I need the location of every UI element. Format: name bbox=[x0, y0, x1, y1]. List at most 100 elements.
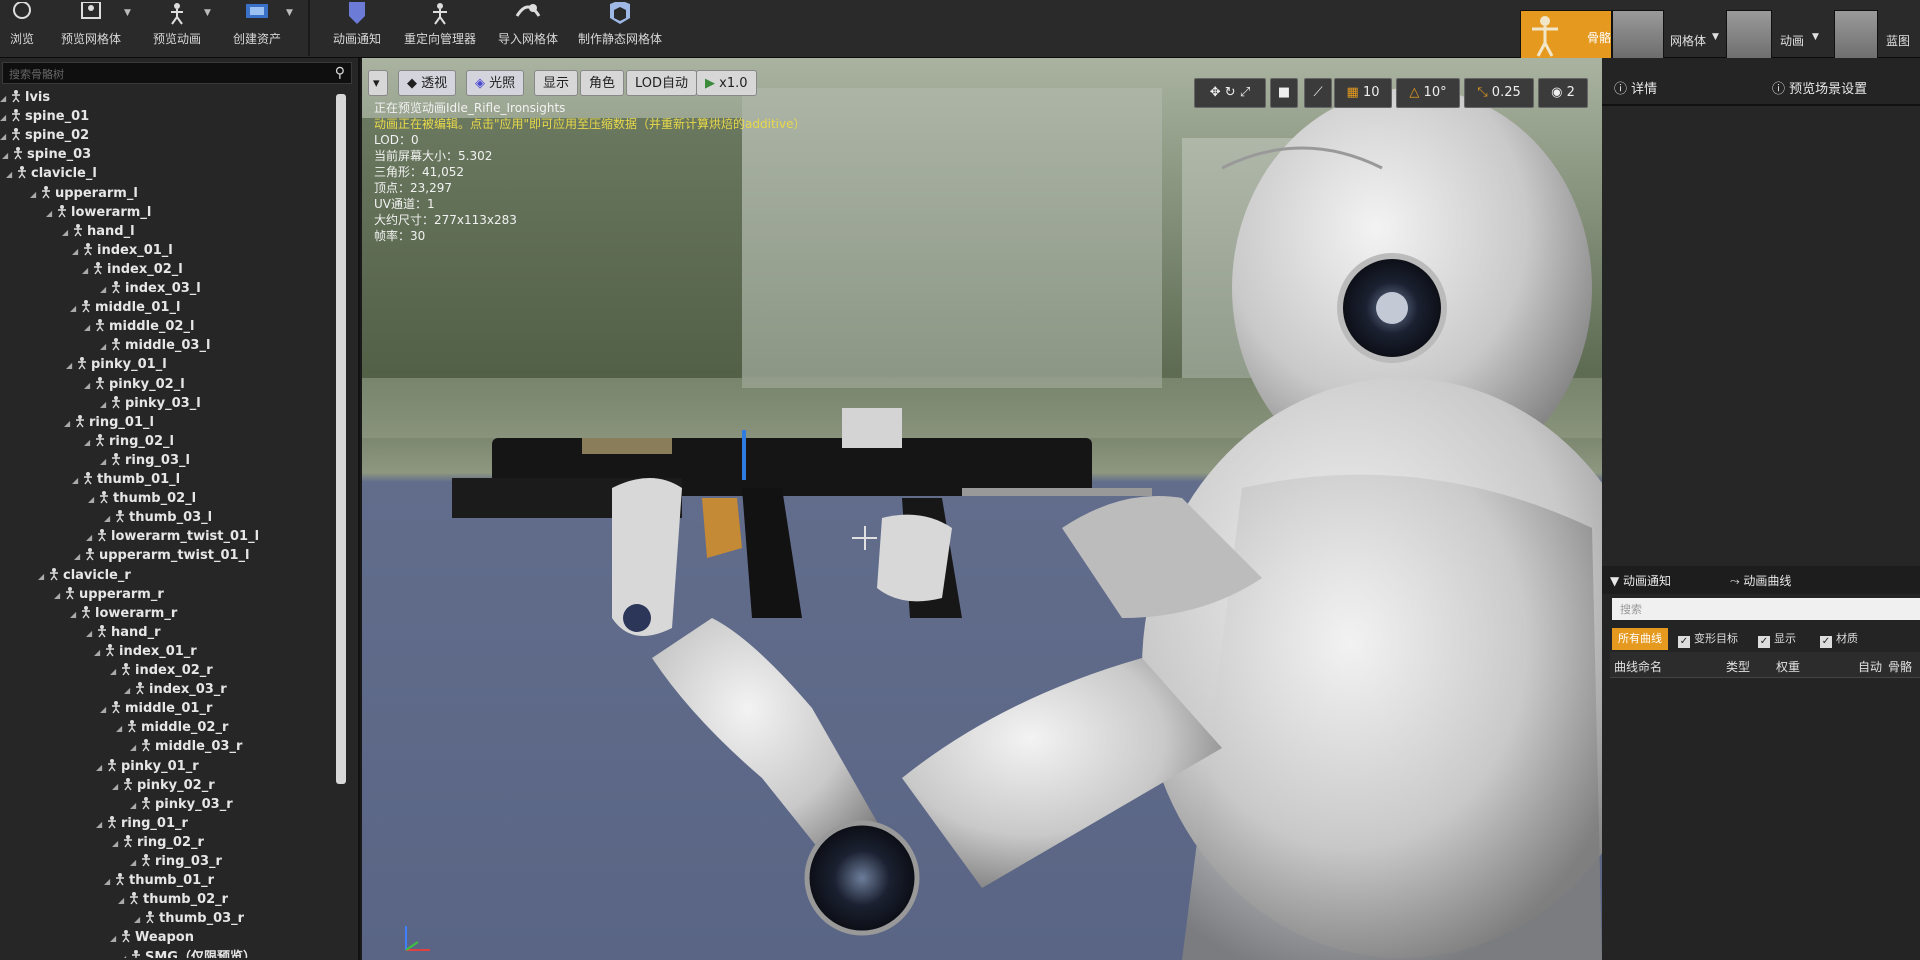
bone-tree-item[interactable]: ◢ index_01_r bbox=[94, 642, 197, 661]
bone-tree-item[interactable]: ◢ thumb_02_l bbox=[88, 489, 196, 508]
bone-tree-item[interactable]: ◢ thumb_02_r bbox=[118, 890, 228, 909]
expand-arrow-icon[interactable]: ◢ bbox=[54, 586, 64, 605]
column-weight[interactable]: 权重 bbox=[1776, 658, 1800, 675]
expand-arrow-icon[interactable]: ◢ bbox=[110, 662, 120, 681]
column-bone[interactable]: 骨骼 bbox=[1888, 658, 1912, 675]
expand-arrow-icon[interactable]: ◢ bbox=[100, 452, 110, 471]
preview-mesh-button[interactable]: 预览网格体 bbox=[52, 0, 130, 50]
expand-arrow-icon[interactable]: ◢ bbox=[72, 471, 82, 490]
tab-preview-scene-settings[interactable]: ⓘ 预览场景设置 bbox=[1772, 78, 1867, 97]
bone-tree-item[interactable]: ◢ hand_r bbox=[86, 623, 161, 642]
expand-arrow-icon[interactable]: ◢ bbox=[6, 165, 16, 184]
bone-tree-item[interactable]: ◢ thumb_01_l bbox=[72, 470, 180, 489]
preview-animation-button[interactable]: 预览动画 bbox=[146, 0, 208, 50]
camera-speed-group[interactable]: ◉ 2 bbox=[1538, 78, 1588, 108]
bone-tree-item[interactable]: ◢ index_03_r bbox=[124, 680, 227, 699]
morph-target-filter[interactable]: ✓ 变形目标 bbox=[1672, 628, 1744, 650]
expand-arrow-icon[interactable]: ◢ bbox=[100, 280, 110, 299]
bone-tree-item[interactable]: ◢ spine_01 bbox=[0, 107, 89, 126]
character-button[interactable]: 角色 bbox=[580, 70, 625, 96]
expand-arrow-icon[interactable]: ◢ bbox=[74, 547, 84, 566]
mode-skeleton-button[interactable]: 骨骼 bbox=[1520, 10, 1612, 64]
expand-arrow-icon[interactable]: ◢ bbox=[118, 891, 128, 910]
create-asset-dropdown-icon[interactable]: ▼ bbox=[286, 8, 293, 18]
expand-arrow-icon[interactable]: ◢ bbox=[66, 356, 76, 375]
bone-tree-item[interactable]: ◢ upperarm_l bbox=[30, 184, 138, 203]
expand-arrow-icon[interactable]: ◢ bbox=[124, 681, 134, 700]
bone-tree-item[interactable]: ◢ lowerarm_l bbox=[46, 203, 151, 222]
bone-tree-item[interactable]: ◢ middle_03_l bbox=[100, 336, 210, 355]
bone-tree-item[interactable]: ◢ middle_01_r bbox=[100, 699, 212, 718]
expand-arrow-icon[interactable]: ◢ bbox=[86, 624, 96, 643]
scale-icon[interactable]: ⤢ bbox=[1240, 85, 1250, 100]
bone-tree-item[interactable]: ◢ lvis bbox=[0, 88, 50, 107]
expand-arrow-icon[interactable]: ◢ bbox=[84, 318, 94, 337]
bone-tree-item[interactable]: ◢ Weapon bbox=[110, 928, 194, 947]
bone-tree-item[interactable]: ◢ middle_01_l bbox=[70, 298, 180, 317]
viewport-menu-button[interactable]: ▾ bbox=[368, 70, 388, 96]
bone-tree-item[interactable]: ◢ middle_02_r bbox=[116, 718, 228, 737]
expand-arrow-icon[interactable]: ◢ bbox=[130, 853, 140, 872]
preview-animation-dropdown-icon[interactable]: ▼ bbox=[204, 8, 211, 18]
tab-details[interactable]: ⓘ 详情 bbox=[1614, 78, 1657, 97]
expand-arrow-icon[interactable]: ◢ bbox=[100, 337, 110, 356]
grid-snap-group[interactable]: ▦ 10 bbox=[1334, 78, 1392, 108]
preview-mesh-dropdown-icon[interactable]: ▼ bbox=[124, 8, 131, 18]
bone-tree-item[interactable]: ◢ index_02_l bbox=[82, 260, 183, 279]
bone-tree-item[interactable]: ◢ index_02_r bbox=[110, 661, 213, 680]
expand-arrow-icon[interactable]: ◢ bbox=[72, 242, 82, 261]
expand-arrow-icon[interactable]: ◢ bbox=[0, 108, 10, 127]
anim-notify-button[interactable]: 动画通知 bbox=[326, 0, 388, 50]
expand-arrow-icon[interactable]: ◢ bbox=[130, 796, 140, 815]
expand-arrow-icon[interactable]: ◢ bbox=[112, 834, 122, 853]
expand-arrow-icon[interactable]: ◢ bbox=[88, 490, 98, 509]
import-mesh-button[interactable]: 导入网格体 bbox=[492, 0, 564, 50]
expand-arrow-icon[interactable]: ◢ bbox=[112, 777, 122, 796]
expand-arrow-icon[interactable]: ◢ bbox=[104, 509, 114, 528]
bone-tree-item[interactable]: ◢ thumb_01_r bbox=[104, 871, 214, 890]
skeleton-search-input[interactable]: 搜索骨骼树 ⚲ bbox=[2, 62, 352, 84]
transform-tools-group[interactable]: ✥ ↻ ⤢ bbox=[1194, 78, 1266, 108]
bone-tree-item[interactable]: ◢ hand_l bbox=[62, 222, 135, 241]
bone-tree-item[interactable]: ◢ pinky_01_l bbox=[66, 355, 167, 374]
expand-arrow-icon[interactable]: ◢ bbox=[2, 146, 12, 165]
expand-arrow-icon[interactable]: ◢ bbox=[46, 204, 56, 223]
bone-tree-item[interactable]: ◢ ring_01_l bbox=[64, 413, 154, 432]
mode-blueprint-button[interactable]: 蓝图 bbox=[1834, 10, 1920, 64]
expand-arrow-icon[interactable]: ◢ bbox=[96, 815, 106, 834]
expand-arrow-icon[interactable]: ◢ bbox=[62, 223, 72, 242]
material-filter[interactable]: ✓ 材质 bbox=[1814, 628, 1864, 650]
lit-button[interactable]: ◈ 光照 bbox=[466, 70, 525, 96]
bone-tree-item[interactable]: ◢ ring_02_l bbox=[84, 432, 174, 451]
bone-tree-item[interactable]: ◢ spine_03 bbox=[2, 145, 91, 164]
all-curves-filter[interactable]: 所有曲线 bbox=[1612, 628, 1668, 650]
expand-arrow-icon[interactable]: ◢ bbox=[96, 758, 106, 777]
expand-arrow-icon[interactable]: ◢ bbox=[130, 738, 140, 757]
bone-tree-item[interactable]: ◢ ring_02_r bbox=[112, 833, 204, 852]
animation-mode-dropdown-icon[interactable]: ▼ bbox=[1812, 32, 1819, 42]
column-type[interactable]: 类型 bbox=[1726, 658, 1750, 675]
bone-tree-item[interactable]: ◢ SMG（仅限预览） bbox=[120, 948, 256, 959]
create-asset-button[interactable]: 创建资产 bbox=[226, 0, 288, 50]
bone-tree-item[interactable]: ◢ upperarm_r bbox=[54, 585, 164, 604]
curve-search-input[interactable]: 搜索 bbox=[1612, 598, 1920, 620]
expand-arrow-icon[interactable]: ◢ bbox=[120, 949, 130, 959]
playback-speed-button[interactable]: ▶ x1.0 bbox=[696, 70, 757, 96]
perspective-button[interactable]: ◆ 透视 bbox=[398, 70, 457, 96]
scale-snap-group[interactable]: ⤡ 0.25 bbox=[1464, 78, 1534, 108]
bone-tree-item[interactable]: ◢ pinky_02_r bbox=[112, 776, 215, 795]
display-filter[interactable]: ✓ 显示 bbox=[1752, 628, 1802, 650]
world-local-toggle[interactable]: ■ bbox=[1270, 78, 1298, 108]
bone-tree-item[interactable]: ◢ pinky_02_l bbox=[84, 375, 185, 394]
expand-arrow-icon[interactable]: ◢ bbox=[100, 395, 110, 414]
expand-arrow-icon[interactable]: ◢ bbox=[0, 127, 10, 146]
bone-tree-item[interactable]: ◢ upperarm_twist_01_l bbox=[74, 546, 250, 565]
bone-tree-item[interactable]: ◢ thumb_03_l bbox=[104, 508, 212, 527]
bone-tree-item[interactable]: ◢ clavicle_l bbox=[6, 164, 97, 183]
expand-arrow-icon[interactable]: ◢ bbox=[70, 299, 80, 318]
preview-viewport[interactable]: ▾ ◆ 透视 ◈ 光照 显示 角色 LOD自动 ▶ x1.0 ✥ ↻ ⤢ ■ ⟋… bbox=[362, 58, 1602, 960]
bone-tree-item[interactable]: ◢ thumb_03_r bbox=[134, 909, 244, 928]
expand-arrow-icon[interactable]: ◢ bbox=[86, 528, 96, 547]
expand-arrow-icon[interactable]: ◢ bbox=[0, 89, 10, 108]
expand-arrow-icon[interactable]: ◢ bbox=[70, 605, 80, 624]
